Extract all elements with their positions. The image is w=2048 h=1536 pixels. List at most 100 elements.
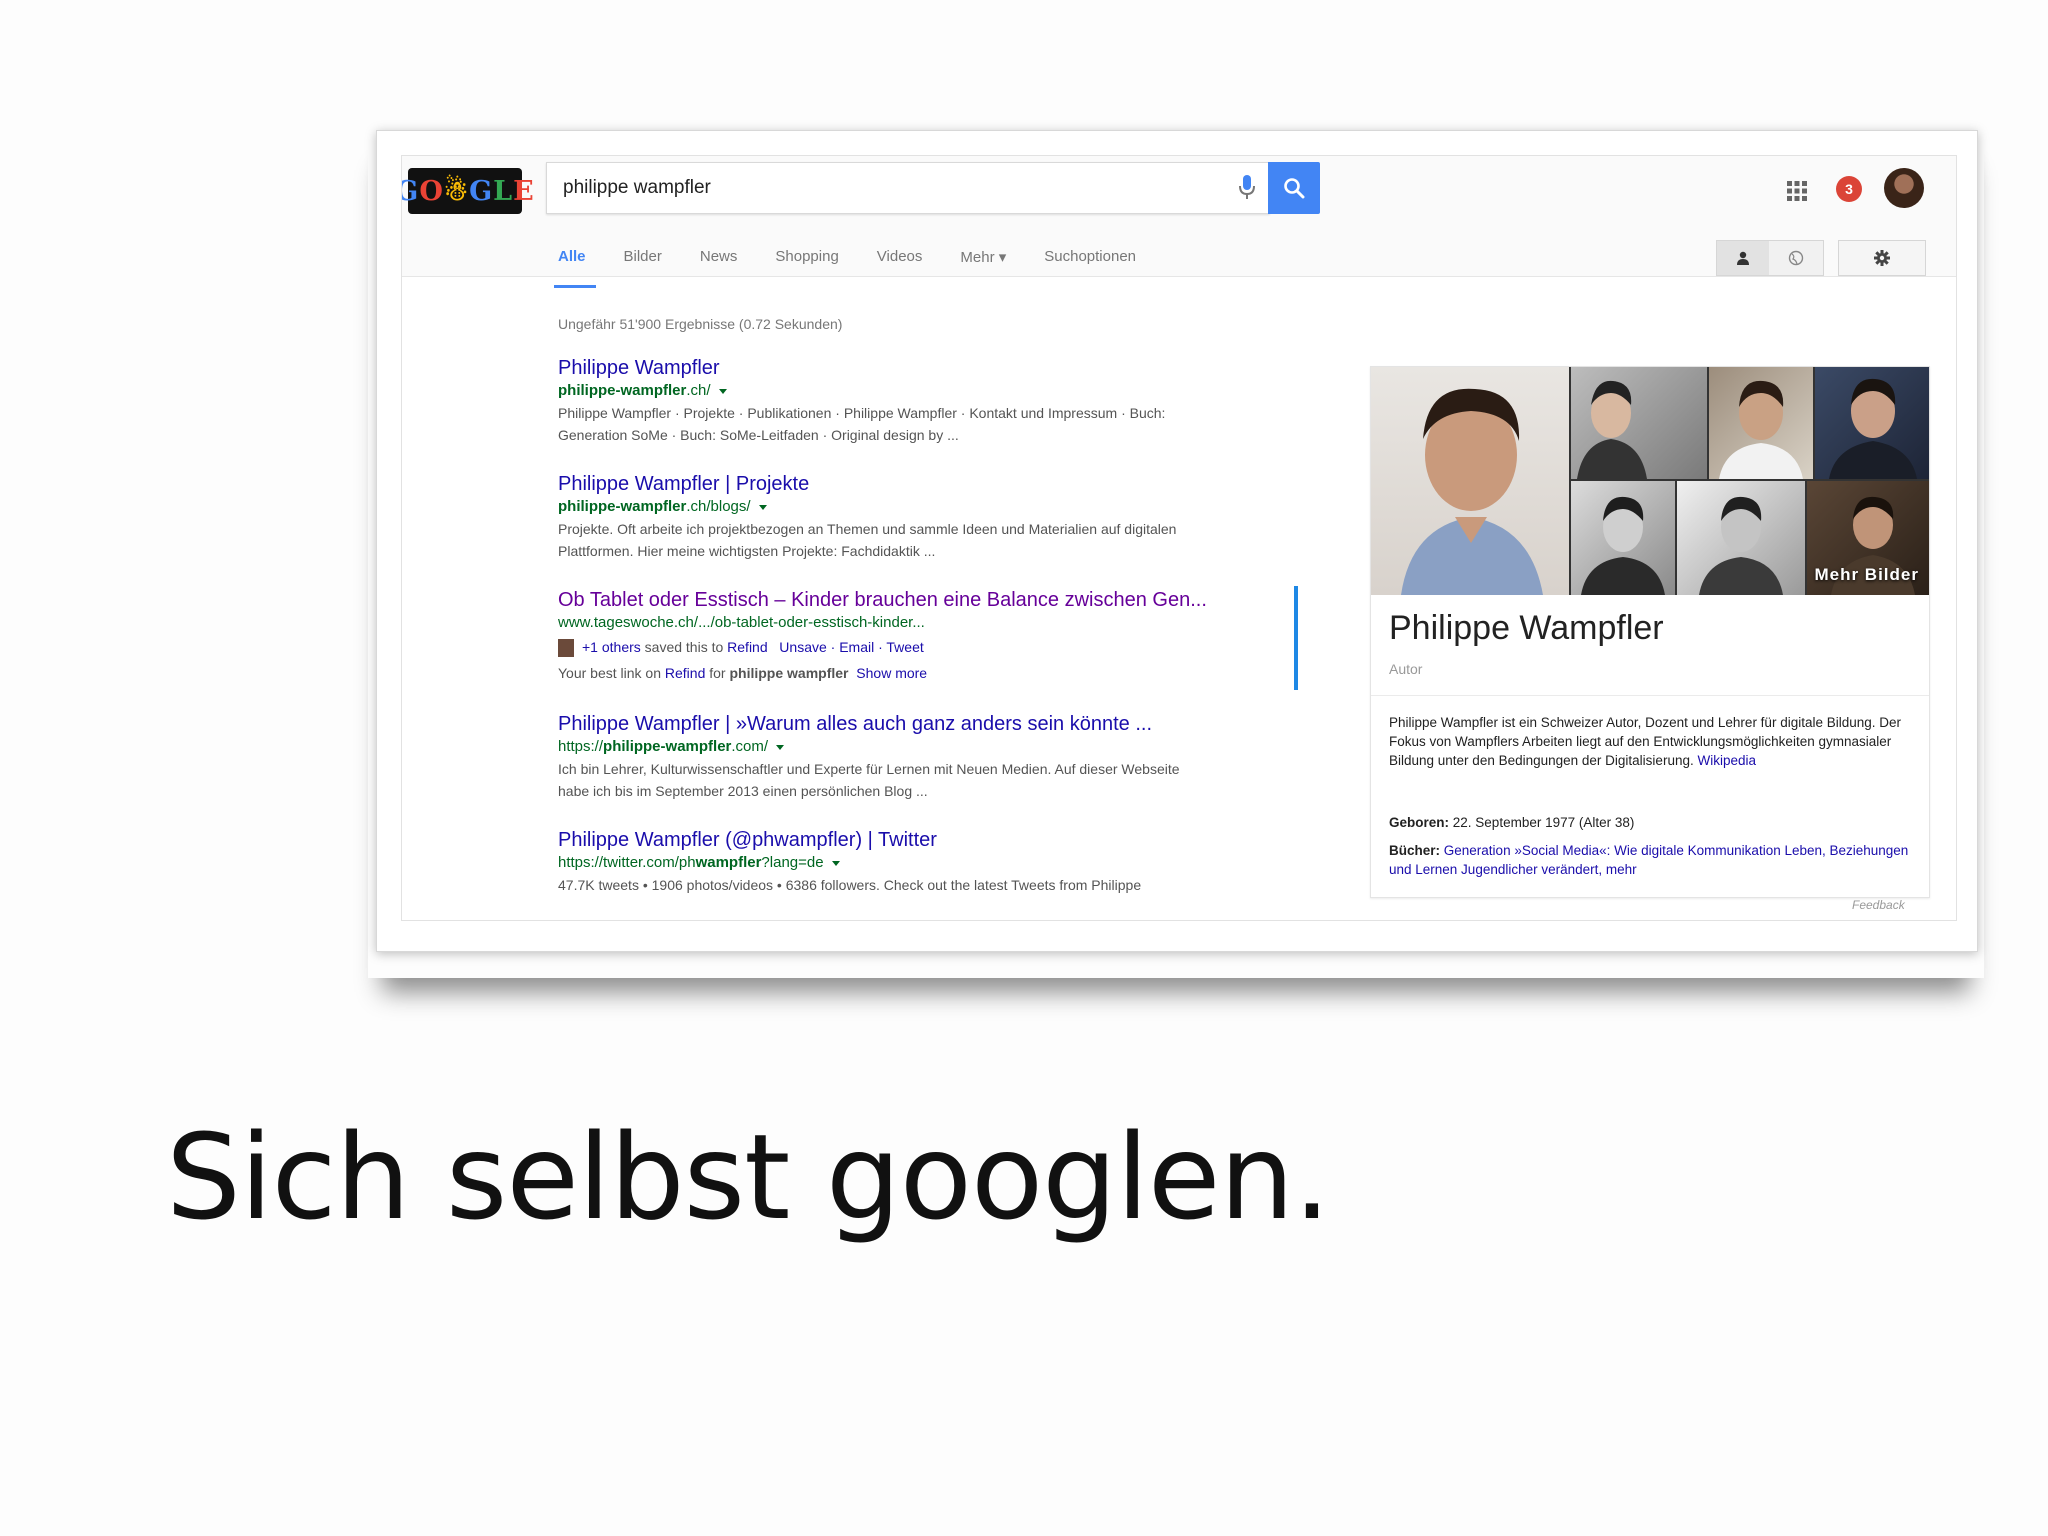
search-result: Philippe Wampfler | Projekte philippe-wa… — [558, 472, 1298, 562]
tab-alle[interactable]: Alle — [554, 248, 595, 288]
tab-suchoptionen[interactable]: Suchoptionen — [1044, 248, 1136, 288]
portrait-illustration — [1401, 388, 1543, 595]
result-snippet: 47.7K tweets • 1906 photos/videos • 6386… — [558, 877, 1142, 893]
url-bold: philippe-wampfler — [558, 382, 687, 399]
result-title-link[interactable]: Philippe Wampfler — [558, 356, 1298, 380]
refind-best-for: for — [709, 665, 726, 681]
saver-avatar — [558, 639, 574, 658]
search-button[interactable] — [1268, 162, 1320, 214]
feedback-link[interactable]: Feedback — [1852, 898, 1905, 912]
google-results-page: GO☃GLE — [401, 155, 1957, 921]
refind-actions[interactable]: Unsave · Email · Tweet — [779, 639, 923, 655]
slide-caption: Sich selbst googlen. — [166, 1108, 1331, 1246]
main-portrait-photo[interactable] — [1371, 367, 1569, 595]
search-tabs: Alle Bilder News Shopping Videos Mehr ▾ … — [554, 248, 1174, 288]
thumbnail-photo[interactable] — [1571, 481, 1675, 595]
tab-bilder[interactable]: Bilder — [624, 248, 662, 288]
refind-saved-text: saved this to — [644, 639, 724, 655]
thumbnail-illustration — [1719, 380, 1803, 479]
search-icon — [1284, 178, 1305, 199]
globe-icon — [1788, 250, 1804, 266]
thumbnail-photo[interactable] — [1709, 367, 1813, 479]
refind-best-prefix: Your best link on — [558, 665, 661, 681]
fact-label: Bücher: — [1389, 843, 1441, 858]
search-result-refind: Ob Tablet oder Esstisch – Kinder brauche… — [558, 586, 1298, 690]
results-list: Philippe Wampfler philippe-wampfler.ch/ … — [558, 356, 1298, 920]
personal-results-button[interactable] — [1717, 241, 1769, 275]
refind-others-link[interactable]: +1 others — [582, 639, 641, 655]
divider — [1371, 695, 1929, 696]
url-options-caret-icon[interactable] — [718, 388, 727, 394]
refind-show-more-link[interactable]: Show more — [856, 665, 927, 681]
refind-best-link-line: Your best link on Refind for philippe wa… — [558, 660, 1298, 686]
gear-icon — [1874, 250, 1890, 266]
refind-saved-line: +1 others saved this to Refind Unsave · … — [558, 634, 1298, 660]
tab-news[interactable]: News — [700, 248, 738, 288]
result-title-link[interactable]: Philippe Wampfler | »Warum alles auch ga… — [558, 712, 1298, 736]
thumbnail-illustration — [1581, 496, 1665, 595]
result-title-link[interactable]: Ob Tablet oder Esstisch – Kinder brauche… — [558, 588, 1298, 612]
result-snippet: Plattformen. Hier meine wichtigsten Proj… — [558, 543, 936, 559]
tab-shopping[interactable]: Shopping — [775, 248, 838, 288]
knowledge-panel-images[interactable]: Mehr Bilder — [1371, 367, 1929, 595]
refind-query: philippe wampfler — [729, 665, 849, 681]
notification-badge[interactable]: 3 — [1836, 176, 1862, 202]
fact-value: 22. September 1977 (Alter 38) — [1452, 815, 1635, 830]
entity-description: Philippe Wampfler ist ein Schweizer Auto… — [1389, 713, 1911, 770]
books-more-link[interactable]: mehr — [1606, 862, 1637, 877]
result-title-link[interactable]: Philippe Wampfler | Projekte — [558, 472, 1298, 496]
url-rest: .ch/ — [686, 382, 711, 399]
result-snippet: Projekte. Oft arbeite ich projektbezogen… — [558, 521, 1177, 537]
result-url: https://twitter.com/phwampfler?lang=de — [558, 852, 1298, 874]
url-prefix: https:// — [558, 738, 604, 755]
result-snippet: Philippe Wampfler · Projekte · Publikati… — [558, 405, 1166, 421]
thumbnail-illustration — [1699, 496, 1783, 595]
fact-label: Geboren: — [1389, 815, 1450, 830]
entity-name: Philippe Wampfler — [1389, 609, 1664, 647]
result-title-link[interactable]: Philippe Wampfler (@phwampfler) | Twitte… — [558, 828, 1298, 852]
url-bold: wampfler — [695, 854, 762, 871]
url-rest: .ch/blogs/ — [686, 498, 751, 515]
refind-link[interactable]: Refind — [665, 665, 705, 681]
result-url: www.tageswoche.ch/.../ob-tablet-oder-ess… — [558, 614, 925, 631]
result-snippet: Ich bin Lehrer, Kulturwissenschaftler un… — [558, 761, 1180, 777]
result-url: https://philippe-wampfler.com/ — [558, 736, 1298, 758]
search-input[interactable] — [561, 171, 1205, 205]
url-options-caret-icon[interactable] — [776, 744, 785, 750]
global-results-button[interactable] — [1770, 241, 1822, 275]
result-stats: Ungefähr 51'900 Ergebnisse (0.72 Sekunde… — [558, 316, 843, 332]
top-bar: GO☃GLE — [402, 156, 1956, 288]
person-icon — [1737, 251, 1749, 265]
settings-button[interactable] — [1838, 240, 1926, 276]
search-result: Philippe Wampfler philippe-wampfler.ch/ … — [558, 356, 1298, 446]
wikipedia-link[interactable]: Wikipedia — [1697, 753, 1756, 768]
apps-grid-icon[interactable] — [1786, 180, 1808, 202]
fact-books: Bücher: Generation »Social Media«: Wie d… — [1389, 841, 1911, 879]
entity-type: Autor — [1389, 661, 1423, 677]
google-doodle-logo[interactable]: GO☃GLE — [402, 168, 534, 214]
books-link[interactable]: Generation »Social Media«: Wie digitale … — [1389, 843, 1908, 877]
personal-results-toggle[interactable] — [1716, 240, 1824, 276]
result-url: philippe-wampfler.ch/ — [558, 380, 1298, 402]
thumbnail-photo[interactable] — [1677, 481, 1805, 595]
search-result: Philippe Wampfler (@phwampfler) | Twitte… — [558, 828, 1298, 896]
account-avatar[interactable] — [1884, 168, 1924, 208]
more-images-link[interactable]: Mehr Bilder — [1814, 565, 1919, 585]
thumbnail-photo[interactable] — [1815, 367, 1929, 479]
tab-videos[interactable]: Videos — [877, 248, 923, 288]
search-box[interactable] — [546, 162, 1270, 214]
thumbnail-illustration — [1829, 378, 1917, 479]
url-rest: .com/ — [731, 738, 769, 755]
result-snippet: Generation SoMe · Buch: SoMe-Leitfaden ·… — [558, 427, 959, 443]
url-options-caret-icon[interactable] — [831, 860, 840, 866]
tab-mehr[interactable]: Mehr ▾ — [960, 248, 1006, 288]
microphone-icon[interactable] — [1239, 175, 1255, 201]
thumbnail-photo[interactable] — [1571, 367, 1707, 479]
result-snippet: habe ich bis im September 2013 einen per… — [558, 783, 928, 799]
search-result: Philippe Wampfler | »Warum alles auch ga… — [558, 712, 1298, 802]
knowledge-panel: Mehr Bilder Philippe Wampfler Autor Phil… — [1370, 366, 1930, 898]
refind-link[interactable]: Refind — [727, 639, 767, 655]
thumbnail-illustration — [1577, 380, 1647, 479]
result-url: philippe-wampfler.ch/blogs/ — [558, 496, 1298, 518]
url-options-caret-icon[interactable] — [758, 504, 767, 510]
